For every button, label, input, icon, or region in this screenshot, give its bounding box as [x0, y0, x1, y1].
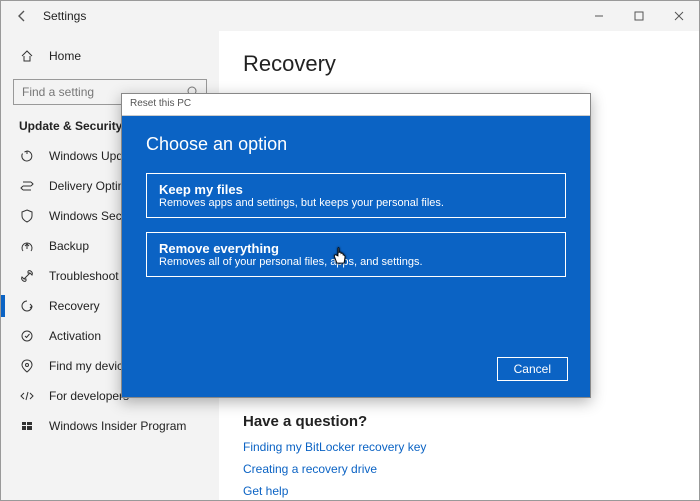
sidebar-item-label: Activation	[49, 329, 101, 343]
reset-pc-dialog: Reset this PC Choose an option Keep my f…	[121, 93, 591, 398]
sidebar-item-label: Windows Insider Program	[49, 419, 186, 433]
close-button[interactable]	[659, 1, 699, 31]
sidebar-item-windows-insider[interactable]: Windows Insider Program	[1, 411, 219, 441]
option-title: Keep my files	[159, 182, 553, 197]
update-icon	[19, 148, 35, 164]
option-desc: Removes all of your personal files, apps…	[159, 256, 553, 268]
sidebar-item-label: Backup	[49, 239, 89, 253]
shield-icon	[19, 208, 35, 224]
insider-icon	[19, 418, 35, 434]
location-icon	[19, 358, 35, 374]
page-title: Recovery	[243, 51, 675, 77]
help-link[interactable]: Creating a recovery drive	[243, 462, 675, 476]
recovery-icon	[19, 298, 35, 314]
option-keep-my-files[interactable]: Keep my files Removes apps and settings,…	[146, 173, 566, 218]
question-heading: Have a question?	[243, 413, 675, 430]
minimize-button[interactable]	[579, 1, 619, 31]
cancel-button[interactable]: Cancel	[497, 357, 568, 381]
sidebar-item-label: Recovery	[49, 299, 100, 313]
help-link[interactable]: Finding my BitLocker recovery key	[243, 440, 675, 454]
sidebar-item-label: For developers	[49, 389, 129, 403]
sidebar-home[interactable]: Home	[1, 41, 219, 71]
developers-icon	[19, 388, 35, 404]
activation-icon	[19, 328, 35, 344]
sidebar-home-label: Home	[49, 49, 81, 63]
delivery-icon	[19, 178, 35, 194]
troubleshoot-icon	[19, 268, 35, 284]
window-title: Settings	[43, 9, 86, 23]
backup-icon	[19, 238, 35, 254]
maximize-button[interactable]	[619, 1, 659, 31]
home-icon	[19, 48, 35, 64]
dialog-heading: Choose an option	[146, 134, 566, 155]
window-titlebar: Settings	[1, 1, 699, 31]
option-remove-everything[interactable]: Remove everything Removes all of your pe…	[146, 232, 566, 277]
sidebar-item-label: Troubleshoot	[49, 269, 119, 283]
back-button[interactable]	[13, 7, 31, 25]
option-desc: Removes apps and settings, but keeps you…	[159, 197, 553, 209]
dialog-title: Reset this PC	[122, 94, 590, 116]
option-title: Remove everything	[159, 241, 553, 256]
help-link[interactable]: Get help	[243, 484, 675, 498]
sidebar-item-label: Find my device	[49, 359, 130, 373]
